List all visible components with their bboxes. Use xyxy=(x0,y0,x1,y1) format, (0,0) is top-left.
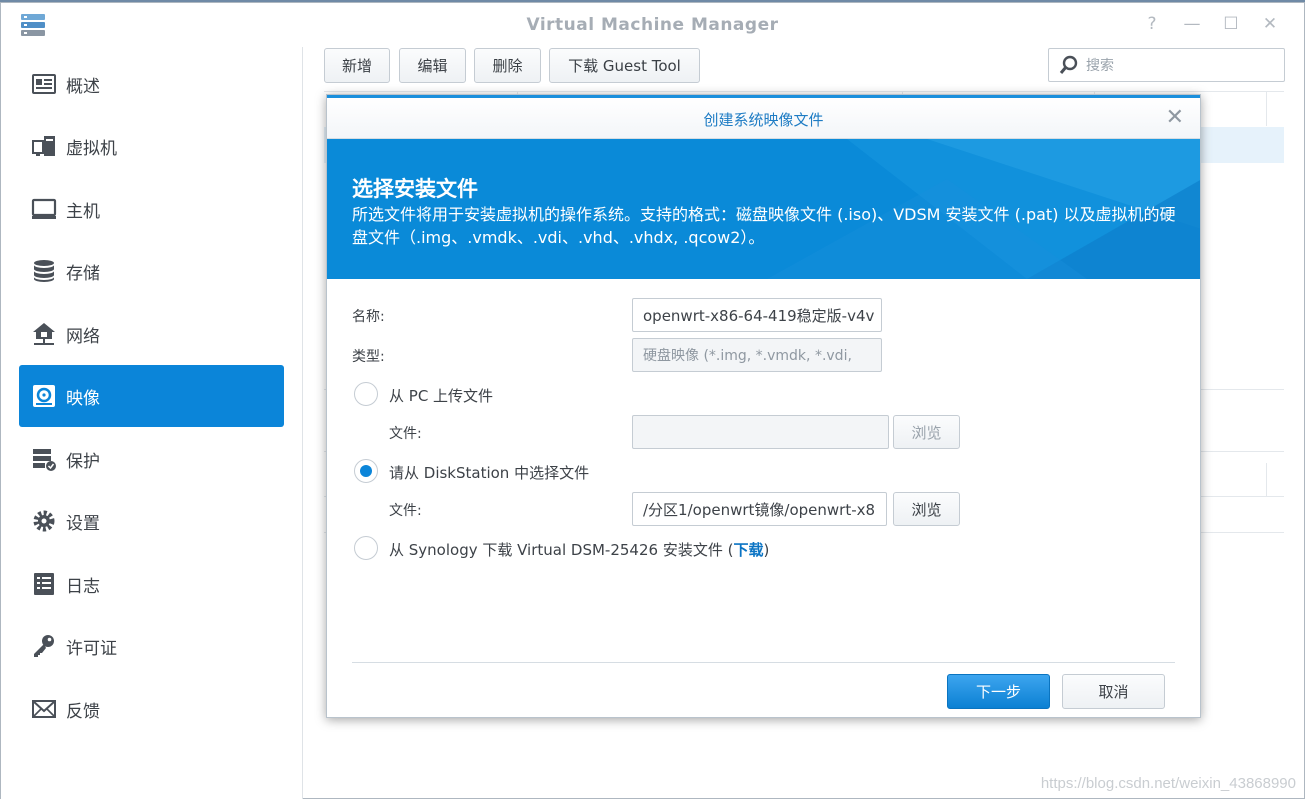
protection-icon xyxy=(30,445,58,473)
dialog-title: 创建系统映像文件 xyxy=(703,111,824,129)
file-field-diskstation[interactable]: /分区1/openwrt镜像/openwrt-x8 xyxy=(632,492,887,526)
name-field[interactable]: openwrt-x86-64-419稳定版-v4v xyxy=(632,298,882,332)
sidebar-item-label: 概述 xyxy=(66,76,100,97)
create-image-dialog: 创建系统映像文件 ✕ 选择安装文件 所选文件将用于安装虚拟机的操作系统。支持的格… xyxy=(326,94,1201,718)
gear-icon xyxy=(30,507,58,535)
name-label: 名称: xyxy=(352,309,385,325)
file-label-diskstation: 文件: xyxy=(389,503,422,519)
sidebar: 概述 虚拟机 主机 存储 网络 映像 保护 设置 日志 许可证 反馈 xyxy=(1,47,303,799)
add-button[interactable]: 新增 xyxy=(324,48,390,83)
watermark: https://blog.csdn.net/weixin_43868990 xyxy=(1040,775,1296,792)
delete-button[interactable]: 删除 xyxy=(474,48,541,83)
cancel-button[interactable]: 取消 xyxy=(1062,674,1165,709)
sidebar-item-label: 保护 xyxy=(66,451,100,472)
sidebar-item-storage[interactable]: 存储 xyxy=(19,240,284,302)
window-title: Virtual Machine Manager xyxy=(526,15,779,35)
sidebar-item-label: 虚拟机 xyxy=(66,138,117,159)
sidebar-item-protection[interactable]: 保护 xyxy=(19,428,284,490)
column-divider xyxy=(1266,91,1267,126)
file-field-pc[interactable] xyxy=(632,415,889,449)
banner-description: 所选文件将用于安装虚拟机的操作系统。支持的格式：磁盘映像文件 (.iso)、VD… xyxy=(352,205,1176,247)
overview-icon xyxy=(30,70,58,98)
synology-option-text: 从 Synology 下载 Virtual DSM-25426 安装文件 ( xyxy=(389,541,734,559)
radio-pc-upload[interactable] xyxy=(354,382,378,406)
radio-diskstation[interactable] xyxy=(354,459,378,483)
maximize-icon[interactable]: ☐ xyxy=(1220,13,1242,35)
help-icon[interactable]: ? xyxy=(1141,13,1163,35)
dialog-header: 创建系统映像文件 ✕ xyxy=(327,95,1200,139)
radio-pc-upload-label[interactable]: 从 PC 上传文件 xyxy=(389,385,493,406)
log-icon xyxy=(30,570,58,598)
sidebar-item-network[interactable]: 网络 xyxy=(19,303,284,365)
dialog-close-icon[interactable]: ✕ xyxy=(1166,105,1184,130)
mail-icon xyxy=(30,695,58,723)
key-icon xyxy=(30,632,58,660)
sidebar-item-label: 映像 xyxy=(66,388,100,409)
title-bar: Virtual Machine Manager ? — ☐ ✕ xyxy=(1,3,1304,47)
type-label: 类型: xyxy=(352,349,385,365)
image-disc-icon xyxy=(30,382,58,410)
sidebar-item-label: 日志 xyxy=(66,576,100,597)
search-input[interactable]: 搜索 xyxy=(1048,48,1285,82)
network-icon xyxy=(30,320,58,348)
sidebar-item-label: 主机 xyxy=(66,201,100,222)
sidebar-item-label: 网络 xyxy=(66,326,100,347)
radio-synology-download[interactable] xyxy=(354,536,378,560)
download-link[interactable]: 下载 xyxy=(733,541,763,559)
banner-title: 选择安装文件 xyxy=(352,177,478,201)
sidebar-item-settings[interactable]: 设置 xyxy=(19,490,284,552)
sidebar-item-image[interactable]: 映像 xyxy=(19,365,284,427)
file-label-pc: 文件: xyxy=(389,426,422,442)
storage-icon xyxy=(30,257,58,285)
sidebar-item-label: 设置 xyxy=(66,513,100,534)
sidebar-item-vm[interactable]: 虚拟机 xyxy=(19,115,284,177)
browse-button-diskstation[interactable]: 浏览 xyxy=(893,492,960,526)
sidebar-item-label: 存储 xyxy=(66,263,100,284)
sidebar-item-label: 许可证 xyxy=(66,638,117,659)
dialog-banner: 选择安装文件 所选文件将用于安装虚拟机的操作系统。支持的格式：磁盘映像文件 (.… xyxy=(327,139,1200,279)
sidebar-item-feedback[interactable]: 反馈 xyxy=(19,678,284,740)
close-icon[interactable]: ✕ xyxy=(1259,13,1281,35)
sidebar-item-host[interactable]: 主机 xyxy=(19,178,284,240)
search-placeholder: 搜索 xyxy=(1086,58,1114,74)
radio-synology-download-label[interactable]: 从 Synology 下载 Virtual DSM-25426 安装文件 (下载… xyxy=(389,539,769,560)
dialog-footer-divider xyxy=(352,662,1175,663)
sidebar-item-overview[interactable]: 概述 xyxy=(19,53,284,115)
virtual-machine-icon xyxy=(30,132,58,160)
radio-diskstation-label[interactable]: 请从 DiskStation 中选择文件 xyxy=(389,462,589,483)
next-button[interactable]: 下一步 xyxy=(947,674,1050,709)
type-field[interactable]: 硬盘映像 (*.img, *.vmdk, *.vdi, xyxy=(632,338,882,372)
browse-button-pc[interactable]: 浏览 xyxy=(893,415,960,449)
column-divider xyxy=(1266,463,1267,496)
synology-option-suffix: ) xyxy=(763,541,770,559)
sidebar-item-license[interactable]: 许可证 xyxy=(19,615,284,677)
host-monitor-icon xyxy=(30,195,58,223)
search-icon xyxy=(1059,55,1078,74)
sidebar-item-label: 反馈 xyxy=(66,701,100,722)
minimize-icon[interactable]: — xyxy=(1181,13,1203,35)
list-header-line xyxy=(324,91,1284,92)
sidebar-item-log[interactable]: 日志 xyxy=(19,553,284,615)
download-guest-tool-button[interactable]: 下载 Guest Tool xyxy=(549,48,700,83)
edit-button[interactable]: 编辑 xyxy=(399,48,466,83)
